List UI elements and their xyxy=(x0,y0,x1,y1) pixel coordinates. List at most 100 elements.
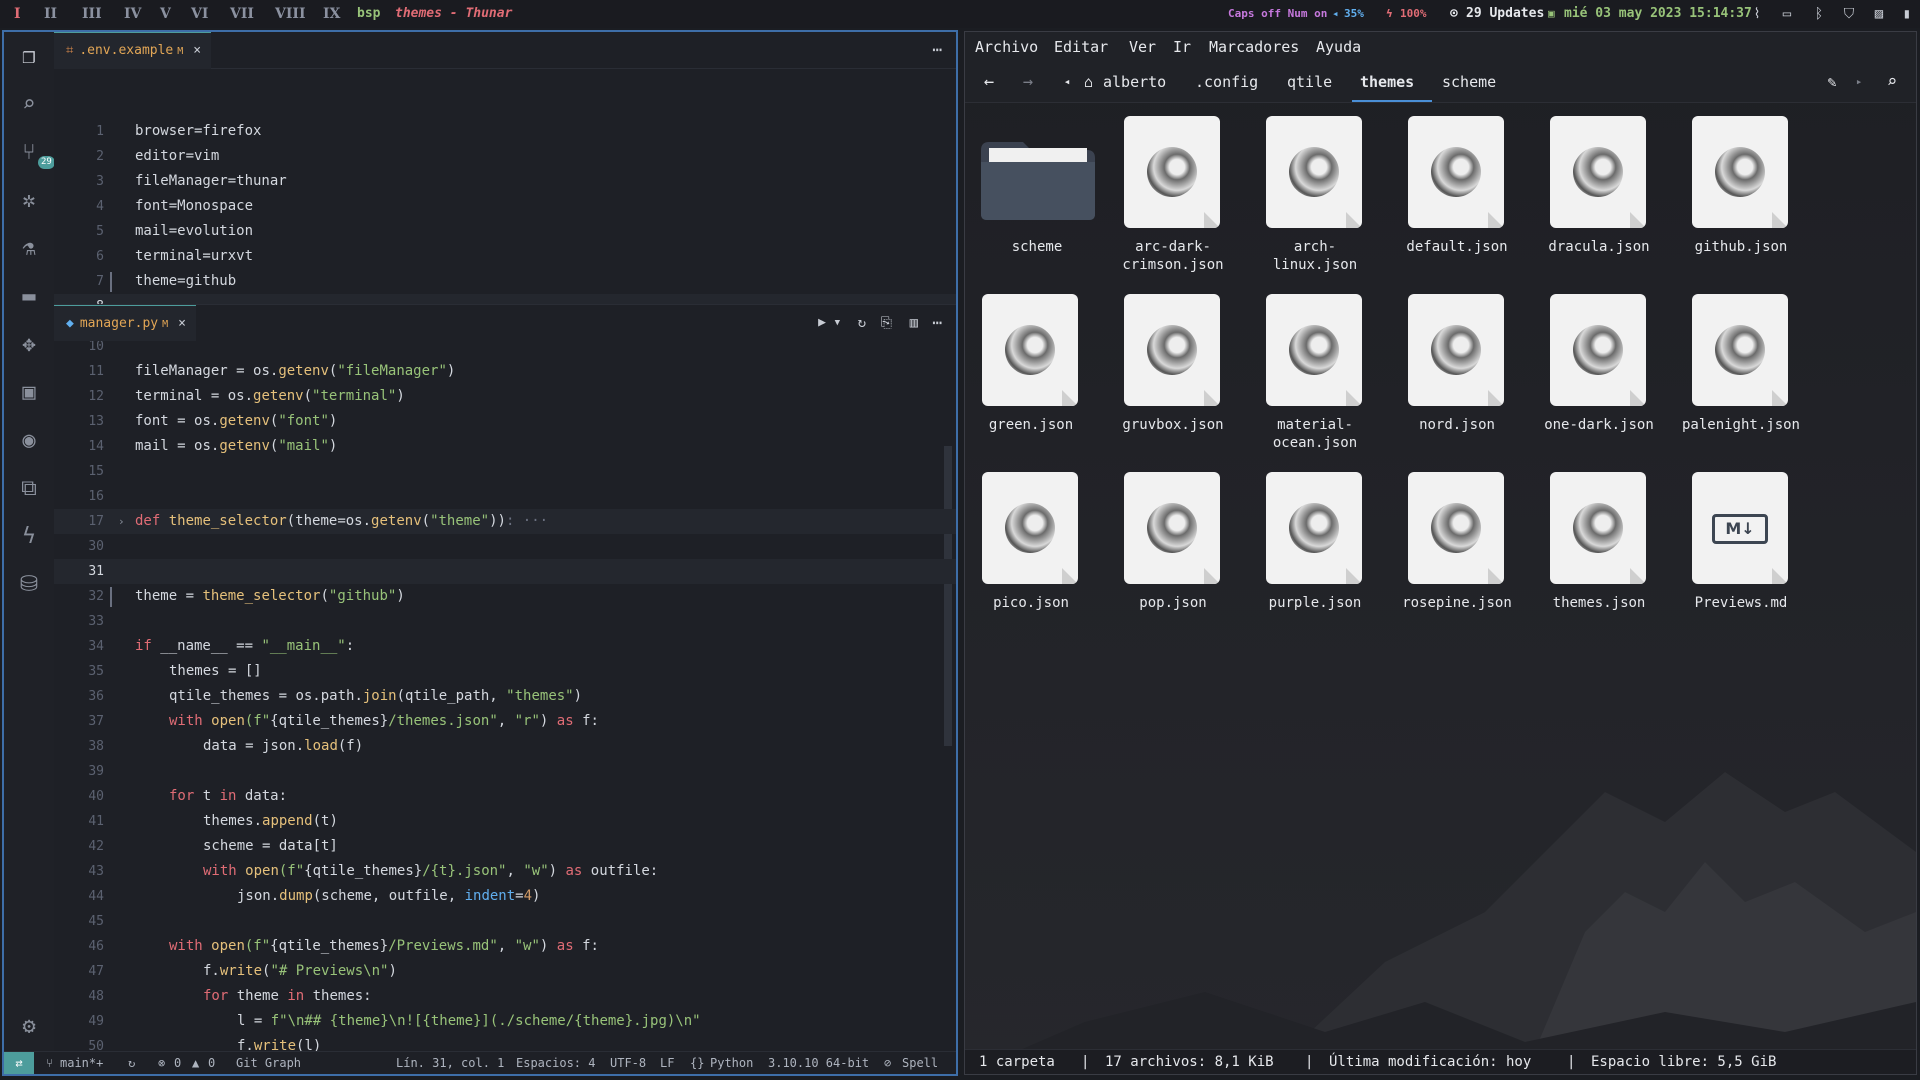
path-scroll-right-icon[interactable]: ▸ xyxy=(1847,70,1871,94)
git-graph-icon[interactable]: ⧉ xyxy=(14,474,44,504)
path-scheme[interactable]: scheme xyxy=(1442,62,1496,102)
file-item-pop[interactable]: pop.json xyxy=(1105,472,1241,642)
cursor-position[interactable]: Lín. 31, col. 1 xyxy=(396,1052,504,1074)
workspace-9[interactable]: IX xyxy=(323,0,340,28)
run-icon[interactable]: ▶ xyxy=(818,305,826,341)
edit-location-icon[interactable]: ✎ xyxy=(1820,70,1844,94)
path-themes[interactable]: themes xyxy=(1360,62,1414,102)
debug-icon[interactable]: ✲ xyxy=(14,186,44,216)
sync-icon[interactable]: ↻ xyxy=(128,1052,135,1074)
menu-editar[interactable]: Editar xyxy=(1054,32,1108,62)
file-item-green[interactable]: green.json xyxy=(965,294,1099,464)
image-icon[interactable]: ▨ xyxy=(1870,5,1888,23)
display-icon[interactable]: ▭ xyxy=(1778,5,1796,23)
shield-icon[interactable]: ⛉ xyxy=(1840,5,1858,23)
home-icon[interactable]: ⌂ xyxy=(1084,62,1093,102)
split-editor-icon[interactable]: ▥ xyxy=(910,305,918,341)
source-control-icon[interactable]: ⑂ 29 xyxy=(14,138,55,169)
spell-button[interactable]: Spell xyxy=(902,1052,938,1074)
updates-count[interactable]: 29 Updates xyxy=(1466,0,1544,28)
line-ending[interactable]: LF xyxy=(660,1052,674,1074)
code-line: def theme_selector(theme=os.getenv("them… xyxy=(135,513,549,529)
search-icon[interactable]: ⌕ xyxy=(1880,70,1904,94)
path-config[interactable]: .config xyxy=(1195,62,1258,102)
file-item-nord[interactable]: nord.json xyxy=(1389,294,1525,464)
file-item-themes[interactable]: themes.json xyxy=(1531,472,1667,642)
file-item-scheme[interactable]: scheme xyxy=(969,116,1105,286)
menu-ver[interactable]: Ver xyxy=(1129,32,1156,62)
tab-manager-py[interactable]: ◆ manager.py M × xyxy=(54,305,196,342)
folder-icon[interactable]: ▬ xyxy=(14,282,44,312)
workspace-1[interactable]: I xyxy=(14,0,21,28)
search-icon[interactable]: ⌕ xyxy=(14,90,44,120)
github-icon[interactable]: ◉ xyxy=(14,426,44,456)
more-actions-icon[interactable]: ⋯ xyxy=(932,32,942,68)
close-tab-icon[interactable]: × xyxy=(193,43,201,58)
file-item-rosepine[interactable]: rosepine.json xyxy=(1389,472,1525,642)
thunder-icon[interactable]: ϟ xyxy=(14,522,44,552)
file-item-pico[interactable]: pico.json xyxy=(965,472,1099,642)
file-item-material-ocean[interactable]: material-ocean.json xyxy=(1247,294,1383,464)
vscode-window: ❐ ⌕ ⑂ 29 ✲ ⚗ ▬ ✥ ▣ ◉ ⧉ ϟ ⛁ ⚙ ⌗ .env.examp… xyxy=(2,30,958,1076)
path-scroll-left-icon[interactable]: ◂ xyxy=(1055,70,1079,94)
back-arrow-icon[interactable]: ← xyxy=(977,70,1001,94)
editor-env[interactable]: 1 browser=firefox 2 editor=vim 3 fileManage… xyxy=(54,69,956,304)
menu-archivo[interactable]: Archivo xyxy=(975,32,1038,62)
path-qtile[interactable]: qtile xyxy=(1287,62,1332,102)
indentation[interactable]: Espacios: 4 xyxy=(516,1052,595,1074)
explorer-icon[interactable]: ❐ xyxy=(14,42,44,72)
compare-icon[interactable]: ⎘ xyxy=(881,305,892,341)
more-actions-icon[interactable]: ⋯ xyxy=(932,305,942,341)
bluetooth-icon[interactable]: ᛒ xyxy=(1810,5,1828,23)
layout-indicator[interactable]: bsp xyxy=(357,0,380,28)
line-number: 13 xyxy=(88,414,104,429)
file-item-default[interactable]: default.json xyxy=(1389,116,1525,286)
remote-icon[interactable]: ⇄ xyxy=(4,1052,34,1074)
warning-count[interactable]: 0 xyxy=(208,1052,215,1074)
git-graph-button[interactable]: Git Graph xyxy=(236,1052,301,1074)
file-item-arc-dark-crimson[interactable]: arc-dark-crimson.json xyxy=(1105,116,1241,286)
encoding[interactable]: UTF-8 xyxy=(610,1052,646,1074)
menu-ir[interactable]: Ir xyxy=(1173,32,1191,62)
branch-name[interactable]: main*+ xyxy=(60,1052,103,1074)
path-home[interactable]: alberto xyxy=(1103,62,1166,102)
workspace-3[interactable]: III xyxy=(82,0,102,28)
line-number: 8 xyxy=(54,294,104,304)
file-item-previews-md[interactable]: M↓ Previews.md xyxy=(1673,472,1809,642)
remote-explorer-icon[interactable]: ▣ xyxy=(14,378,44,408)
volume-icon[interactable]: ◂ xyxy=(1332,0,1339,28)
editor-manager-py[interactable]: 10 11 fileManager = os.getenv("fileManage… xyxy=(54,341,956,1052)
workspace-2[interactable]: II xyxy=(44,0,57,28)
menu-marcadores[interactable]: Marcadores xyxy=(1209,32,1299,62)
testing-icon[interactable]: ⚗ xyxy=(14,234,44,264)
extensions-icon[interactable]: ✥ xyxy=(14,330,44,360)
file-item-palenight[interactable]: palenight.json xyxy=(1673,294,1809,464)
close-tab-icon[interactable]: × xyxy=(178,316,186,331)
tray-more-icon[interactable]: ▮ xyxy=(1898,5,1916,23)
file-item-github[interactable]: github.json xyxy=(1673,116,1809,286)
interpreter[interactable]: 3.10.10 64-bit xyxy=(768,1052,869,1074)
file-item-dracula[interactable]: dracula.json xyxy=(1531,116,1667,286)
file-item-arch-linux[interactable]: arch-linux.json xyxy=(1247,116,1383,286)
forward-arrow-icon[interactable]: → xyxy=(1016,70,1040,94)
workspace-7[interactable]: VII xyxy=(230,0,254,28)
fold-chevron-icon[interactable]: › xyxy=(118,509,125,534)
volume-level[interactable]: 35% xyxy=(1344,0,1364,28)
file-item-purple[interactable]: purple.json xyxy=(1247,472,1383,642)
workspace-6[interactable]: VI xyxy=(191,0,208,28)
error-count[interactable]: 0 xyxy=(174,1052,181,1074)
refresh-icon[interactable]: ↻ xyxy=(858,305,866,341)
database-icon[interactable]: ⛁ xyxy=(14,570,44,600)
menu-ayuda[interactable]: Ayuda xyxy=(1316,32,1361,62)
settings-gear-icon[interactable]: ⚙ xyxy=(14,1012,44,1042)
language-mode[interactable]: Python xyxy=(710,1052,753,1074)
file-item-one-dark[interactable]: one-dark.json xyxy=(1531,294,1667,464)
file-item-gruvbox[interactable]: gruvbox.json xyxy=(1105,294,1241,464)
updates-icon[interactable]: ⊙ xyxy=(1450,0,1458,28)
paperclip-icon[interactable]: ⌇ xyxy=(1748,5,1766,23)
run-dropdown-icon[interactable]: ▼ xyxy=(835,305,840,341)
workspace-4[interactable]: IV xyxy=(124,0,141,28)
workspace-8[interactable]: VIII xyxy=(275,0,306,28)
workspace-5[interactable]: V xyxy=(160,0,171,28)
tab-env-example[interactable]: ⌗ .env.example M × xyxy=(54,32,212,69)
